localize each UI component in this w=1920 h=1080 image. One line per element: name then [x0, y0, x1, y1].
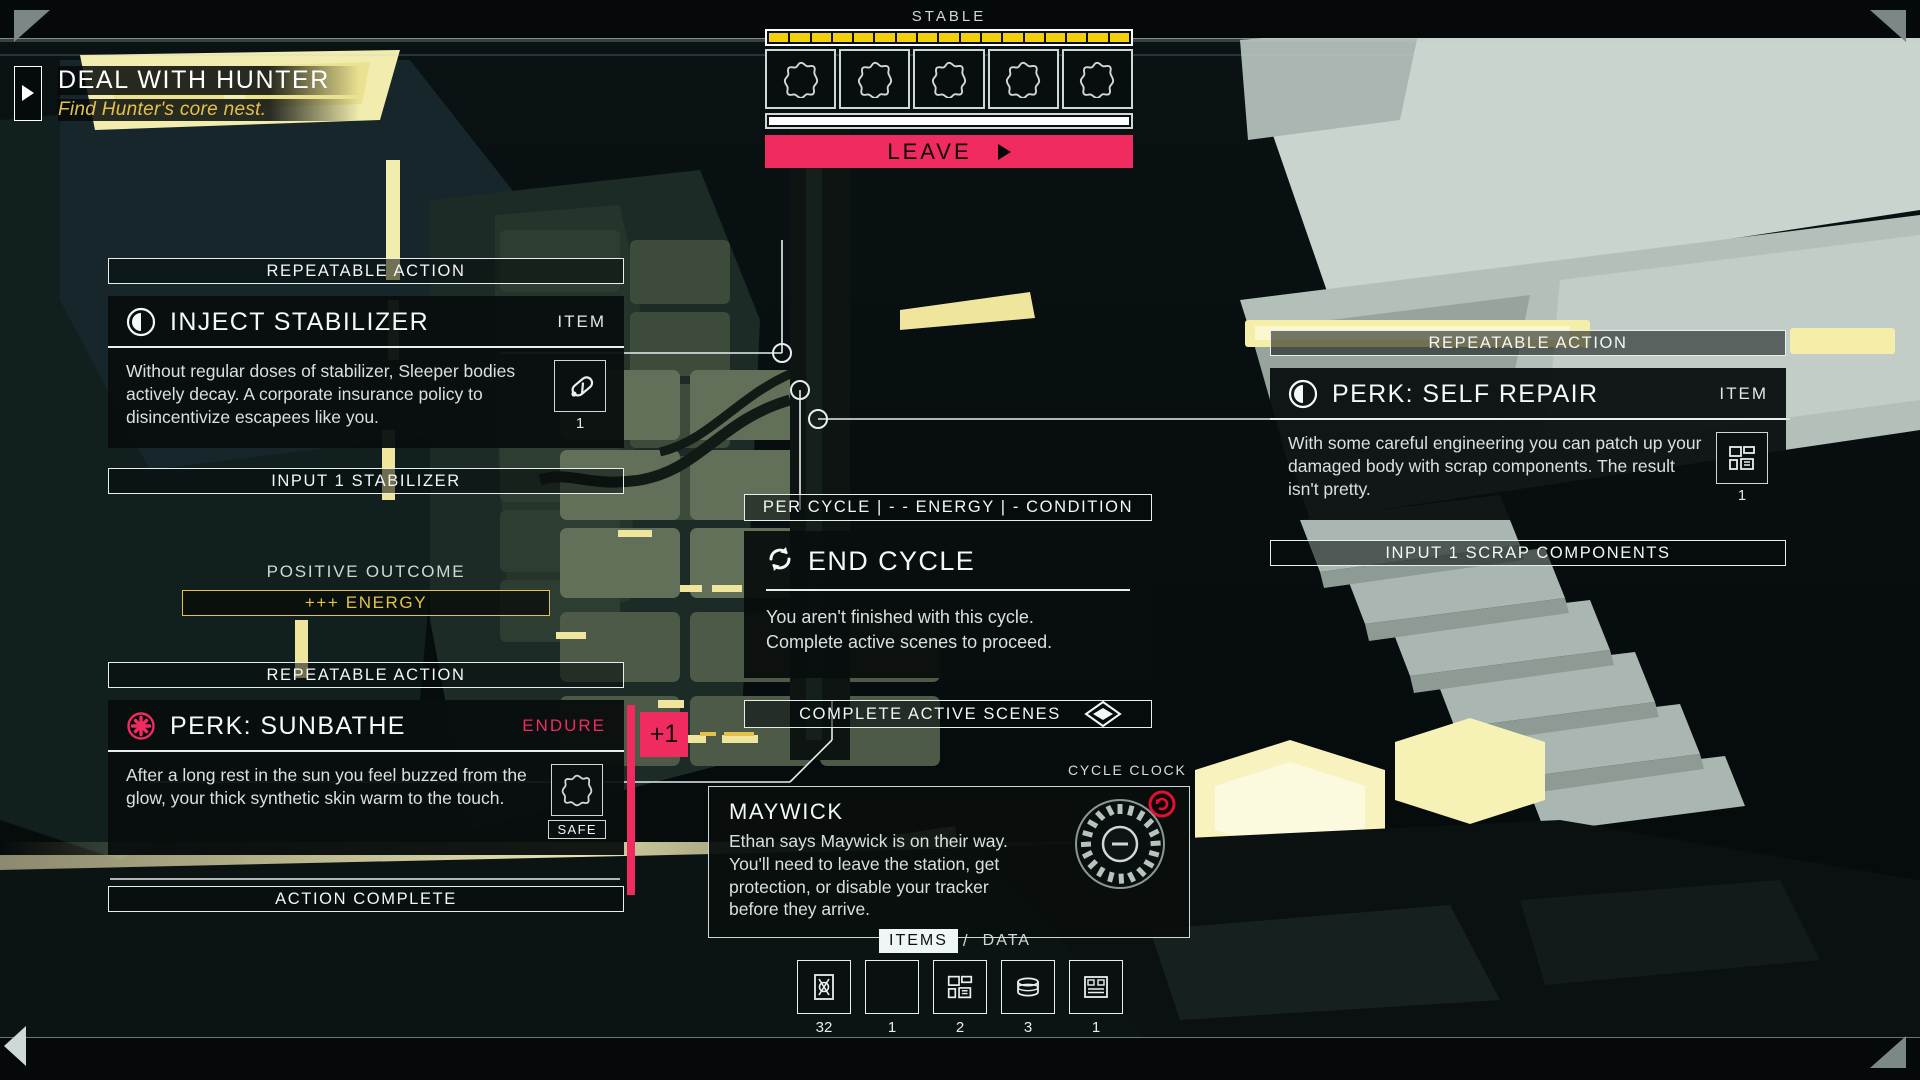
card-tag: ITEM — [557, 312, 606, 331]
card-title: PERK: SELF REPAIR — [1332, 379, 1599, 408]
ribbon-label: REPEATABLE ACTION — [1428, 333, 1628, 352]
diamond-node-icon — [1082, 700, 1124, 733]
item-count: 32 — [815, 1019, 833, 1036]
item-count: 1 — [887, 1019, 897, 1036]
item-slot[interactable]: 1 — [865, 960, 919, 1036]
card-inject-stabilizer[interactable]: INJECT STABILIZER ITEM Without regular d… — [108, 296, 624, 448]
ribbon-label: COMPLETE ACTIVE SCENES — [799, 704, 1061, 723]
ribbon-input-stabilizer: INPUT 1 STABILIZER — [108, 468, 624, 494]
corner-bracket-top-left — [14, 10, 54, 46]
end-cycle-title: END CYCLE — [808, 546, 976, 576]
card-perk-self-repair[interactable]: PERK: SELF REPAIR ITEM With some careful… — [1270, 368, 1786, 520]
red-alarm-icon[interactable] — [1148, 790, 1176, 823]
half-filled-circle-icon — [126, 307, 156, 337]
outcome-value-pill: +++ ENERGY — [182, 590, 550, 616]
items-bar: ITEMS / DATA 32 1 2 3 1 — [0, 929, 1920, 1036]
leave-button[interactable]: LEAVE — [765, 135, 1133, 168]
ribbon-label: INPUT 1 STABILIZER — [271, 471, 461, 490]
card-perk-sunbathe[interactable]: PERK: SUNBATHE ENDURE After a long rest … — [108, 700, 624, 855]
play-triangle-icon — [997, 143, 1011, 160]
card-tag: ITEM — [1719, 384, 1768, 403]
plus-one-marker: +1 — [640, 712, 688, 757]
condition-bar — [765, 29, 1133, 46]
cycle-clock-label: CYCLE CLOCK — [1068, 762, 1187, 778]
maywick-body: Ethan says Maywick is on their way. You'… — [729, 831, 1008, 920]
letterbox-bottom — [0, 1038, 1920, 1080]
dice-slot[interactable] — [839, 49, 911, 109]
tab-separator: / — [962, 931, 968, 950]
ribbon-input-scrap-components: INPUT 1 SCRAP COMPONENTS — [1270, 540, 1786, 566]
item-quantity: 1 — [1737, 486, 1747, 504]
ribbon-label: REPEATABLE ACTION — [266, 665, 466, 684]
refresh-cycle-icon — [766, 545, 794, 578]
items-list[interactable]: 32 1 2 3 1 — [797, 960, 1123, 1036]
dash-mark — [724, 732, 754, 736]
leave-button-label: LEAVE — [887, 138, 972, 164]
ribbon-label: INPUT 1 SCRAP COMPONENTS — [1385, 543, 1671, 562]
ribbon-per-cycle: PER CYCLE | - - ENERGY | - CONDITION — [744, 494, 1152, 521]
energy-bar — [765, 113, 1133, 129]
ribbon-action-complete: ACTION COMPLETE — [108, 886, 624, 912]
circuit-board-icon[interactable] — [1069, 960, 1123, 1014]
item-count: 2 — [955, 1019, 965, 1036]
item-count: 1 — [1091, 1019, 1101, 1036]
panel-end-cycle[interactable]: END CYCLE You aren't finished with this … — [744, 531, 1152, 678]
tab-data[interactable]: DATA — [973, 929, 1041, 953]
card-title: PERK: SUNBATHE — [170, 711, 406, 740]
card-tag: ENDURE — [522, 716, 606, 735]
end-cycle-divider — [766, 589, 1130, 591]
stable-status-panel: STABLE LEAVE — [765, 8, 1134, 168]
dice-slot[interactable] — [1061, 49, 1134, 109]
play-triangle-icon[interactable] — [14, 66, 42, 121]
tab-items[interactable]: ITEMS — [879, 929, 958, 953]
scrap-components-icon[interactable] — [933, 960, 987, 1014]
objective-subtitle: Find Hunter's core nest. — [58, 98, 360, 121]
hairline-bottom — [0, 1037, 1920, 1038]
ribbon-repeatable-action-3: REPEATABLE ACTION — [108, 662, 624, 688]
item-slot[interactable]: 3 — [1001, 960, 1055, 1036]
item-quantity: 1 — [575, 414, 585, 432]
canister-icon[interactable] — [1001, 960, 1055, 1014]
ribbon-label: ACTION COMPLETE — [275, 889, 457, 908]
objective-banner[interactable]: DEAL WITH HUNTER Find Hunter's core nest… — [14, 66, 360, 121]
corner-bracket-top-right — [1866, 10, 1906, 46]
safe-badge: SAFE — [548, 819, 606, 839]
corner-bracket-bottom-right — [1866, 1032, 1906, 1068]
dice-slot-row[interactable] — [765, 49, 1134, 109]
ribbon-label: PER CYCLE | - - ENERGY | - CONDITION — [762, 498, 1134, 517]
dice-slot[interactable] — [987, 49, 1059, 109]
card-description: Without regular doses of stabilizer, Sle… — [126, 360, 516, 428]
dice-slot[interactable] — [913, 49, 985, 109]
red-cross-circle-icon — [126, 711, 156, 741]
item-slot[interactable]: 32 — [797, 960, 851, 1036]
page-title: DEAL WITH HUNTER — [58, 66, 360, 95]
end-cycle-line-2: Complete active scenes to proceed. — [766, 632, 1053, 653]
stable-label: STABLE — [911, 8, 987, 25]
item-count: 3 — [1023, 1019, 1033, 1036]
endure-accent-bar — [627, 705, 635, 895]
positive-outcome-label: POSITIVE OUTCOME — [266, 562, 466, 581]
dash-mark — [700, 732, 716, 736]
item-slot[interactable]: 2 — [933, 960, 987, 1036]
ribbon-label: REPEATABLE ACTION — [266, 261, 466, 280]
currency-chit-icon[interactable] — [797, 960, 851, 1014]
ribbon-repeatable-action-1: REPEATABLE ACTION — [108, 258, 624, 284]
dice-slot[interactable] — [765, 49, 837, 109]
dice-blob-icon[interactable] — [551, 763, 604, 816]
item-slot[interactable]: 1 — [1069, 960, 1123, 1036]
ribbon-repeatable-action-2: REPEATABLE ACTION — [1270, 330, 1786, 356]
card-title: INJECT STABILIZER — [170, 307, 430, 336]
half-filled-circle-icon — [1288, 379, 1318, 409]
items-tabs[interactable]: ITEMS / DATA — [879, 929, 1041, 953]
scrap-components-icon[interactable] — [1716, 431, 1768, 484]
card-description: After a long rest in the sun you feel bu… — [126, 764, 527, 808]
end-cycle-line-1: You aren't finished with this cycle. — [766, 606, 1034, 627]
card-description: With some careful engineering you can pa… — [1288, 432, 1702, 500]
pill-capsule-icon[interactable] — [554, 359, 606, 412]
empty-slot-icon[interactable] — [865, 960, 919, 1014]
